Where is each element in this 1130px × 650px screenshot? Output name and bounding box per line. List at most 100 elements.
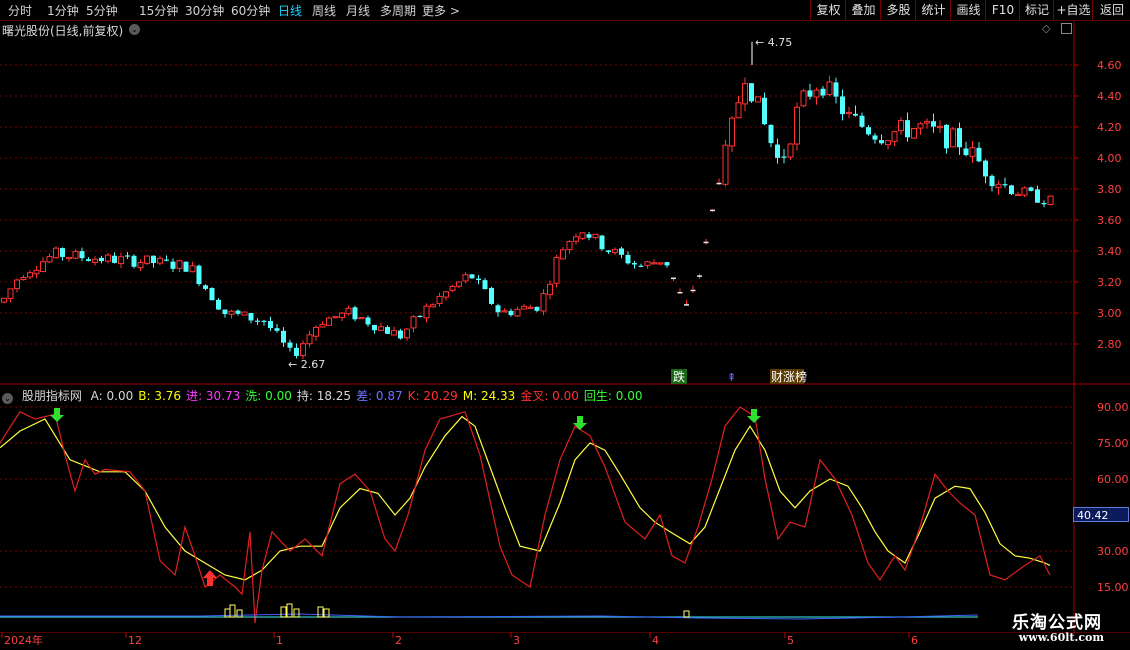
candle-body bbox=[404, 328, 410, 339]
candle-body bbox=[619, 248, 624, 255]
candle-body bbox=[469, 274, 475, 279]
candle-body bbox=[866, 127, 871, 135]
candle-body bbox=[268, 321, 273, 329]
candle-body bbox=[287, 342, 293, 348]
candle-body bbox=[762, 97, 767, 125]
high-price-label: ← 4.75 bbox=[755, 36, 792, 49]
price-tick-label: 4.00 bbox=[1097, 152, 1122, 165]
candle-body bbox=[1021, 187, 1028, 196]
candle-body bbox=[879, 140, 884, 144]
candle-body bbox=[79, 251, 85, 259]
candle-body bbox=[931, 121, 936, 127]
candle-body bbox=[586, 234, 592, 238]
candle-body bbox=[462, 274, 469, 282]
candle-body bbox=[540, 293, 547, 312]
candle-body bbox=[20, 276, 27, 281]
candle-body bbox=[1015, 193, 1021, 197]
candle-body bbox=[742, 83, 748, 105]
candle-body bbox=[684, 304, 689, 306]
candle-body bbox=[599, 235, 605, 250]
candle-body bbox=[176, 260, 183, 269]
candle-body bbox=[228, 310, 235, 315]
date-label: 5 bbox=[787, 634, 794, 647]
candle-body bbox=[606, 250, 611, 252]
price-tick-label: 3.20 bbox=[1097, 276, 1122, 289]
price-tick-label: 3.80 bbox=[1097, 183, 1122, 196]
candle-body bbox=[189, 265, 196, 273]
candle-body bbox=[118, 256, 124, 265]
candle-body bbox=[391, 330, 397, 336]
candle-body bbox=[248, 313, 254, 321]
candle-body bbox=[398, 330, 403, 339]
candle-body bbox=[781, 156, 787, 158]
candle-body bbox=[833, 82, 839, 97]
candle-body bbox=[592, 233, 599, 239]
candle-body bbox=[235, 310, 241, 314]
candle-body bbox=[755, 96, 761, 103]
candle-body bbox=[638, 265, 644, 267]
candle-body bbox=[482, 280, 488, 290]
candle-body bbox=[729, 117, 735, 147]
candle-body bbox=[1028, 187, 1034, 191]
candle-body bbox=[950, 128, 956, 148]
candle-body bbox=[196, 265, 202, 285]
candle-body bbox=[534, 306, 540, 311]
volume-bar bbox=[286, 603, 293, 618]
indicator-tick-label: 60.00 bbox=[1097, 473, 1129, 486]
volume-bar bbox=[293, 608, 300, 618]
candle-body bbox=[671, 277, 676, 280]
candle-body bbox=[352, 307, 358, 320]
candle-body bbox=[430, 304, 436, 308]
candle-body bbox=[716, 182, 722, 185]
date-label: 2 bbox=[395, 634, 402, 647]
candle-body bbox=[7, 288, 14, 299]
candle-body bbox=[612, 249, 618, 254]
candlestick-chart[interactable]: 4.60 4.40 4.20 4.00 3.80 3.60 3.40 3.20 3.00 2.80… bbox=[0, 0, 1130, 385]
current-value-box: 40.42 bbox=[1073, 507, 1129, 522]
indicator-chart[interactable]: 90.00 75.00 60.00 30.00 15.00 bbox=[0, 385, 1130, 635]
volume-bar bbox=[317, 606, 324, 618]
candle-body bbox=[989, 175, 995, 187]
date-label: 6 bbox=[911, 634, 918, 647]
down-arrow-icon bbox=[50, 408, 64, 422]
candle-body bbox=[911, 128, 917, 139]
candle-body bbox=[983, 160, 988, 177]
candle-body bbox=[66, 256, 72, 260]
volume-bar bbox=[683, 610, 690, 618]
candle-body bbox=[489, 287, 494, 304]
candle-body bbox=[775, 144, 780, 158]
candle-body bbox=[300, 343, 306, 356]
candle-body bbox=[125, 255, 130, 257]
up-signal-label: ⇞ bbox=[727, 371, 736, 384]
price-tick-label: 4.40 bbox=[1097, 90, 1122, 103]
volume-bar bbox=[323, 608, 330, 618]
price-tick-label: 3.00 bbox=[1097, 307, 1122, 320]
candle-body bbox=[917, 123, 924, 129]
candle-body bbox=[144, 255, 150, 264]
candle-body bbox=[644, 261, 651, 266]
m-line bbox=[0, 415, 1051, 581]
date-label: 12 bbox=[128, 634, 142, 647]
candle-body bbox=[995, 183, 1002, 188]
candle-body bbox=[423, 305, 430, 319]
candle-body bbox=[969, 147, 976, 157]
candle-body bbox=[501, 310, 508, 313]
low-price-label: ← 2.67 bbox=[288, 358, 325, 371]
candle-body bbox=[566, 241, 573, 250]
candle-body bbox=[319, 323, 326, 328]
candle-body bbox=[579, 232, 586, 239]
candle-body bbox=[787, 143, 794, 158]
candle-body bbox=[1, 297, 7, 303]
candle-body bbox=[749, 83, 754, 102]
price-tick-label: 4.60 bbox=[1097, 59, 1122, 72]
candle-body bbox=[326, 317, 332, 326]
candle-body bbox=[164, 259, 169, 261]
candle-body bbox=[514, 308, 521, 317]
up-arrow-icon bbox=[203, 570, 217, 586]
candle-body bbox=[216, 299, 221, 310]
candle-body bbox=[937, 125, 943, 129]
date-label: 2024年 bbox=[4, 633, 43, 647]
candle-body bbox=[203, 285, 208, 289]
candle-body bbox=[332, 316, 339, 319]
k-line bbox=[0, 406, 1051, 624]
